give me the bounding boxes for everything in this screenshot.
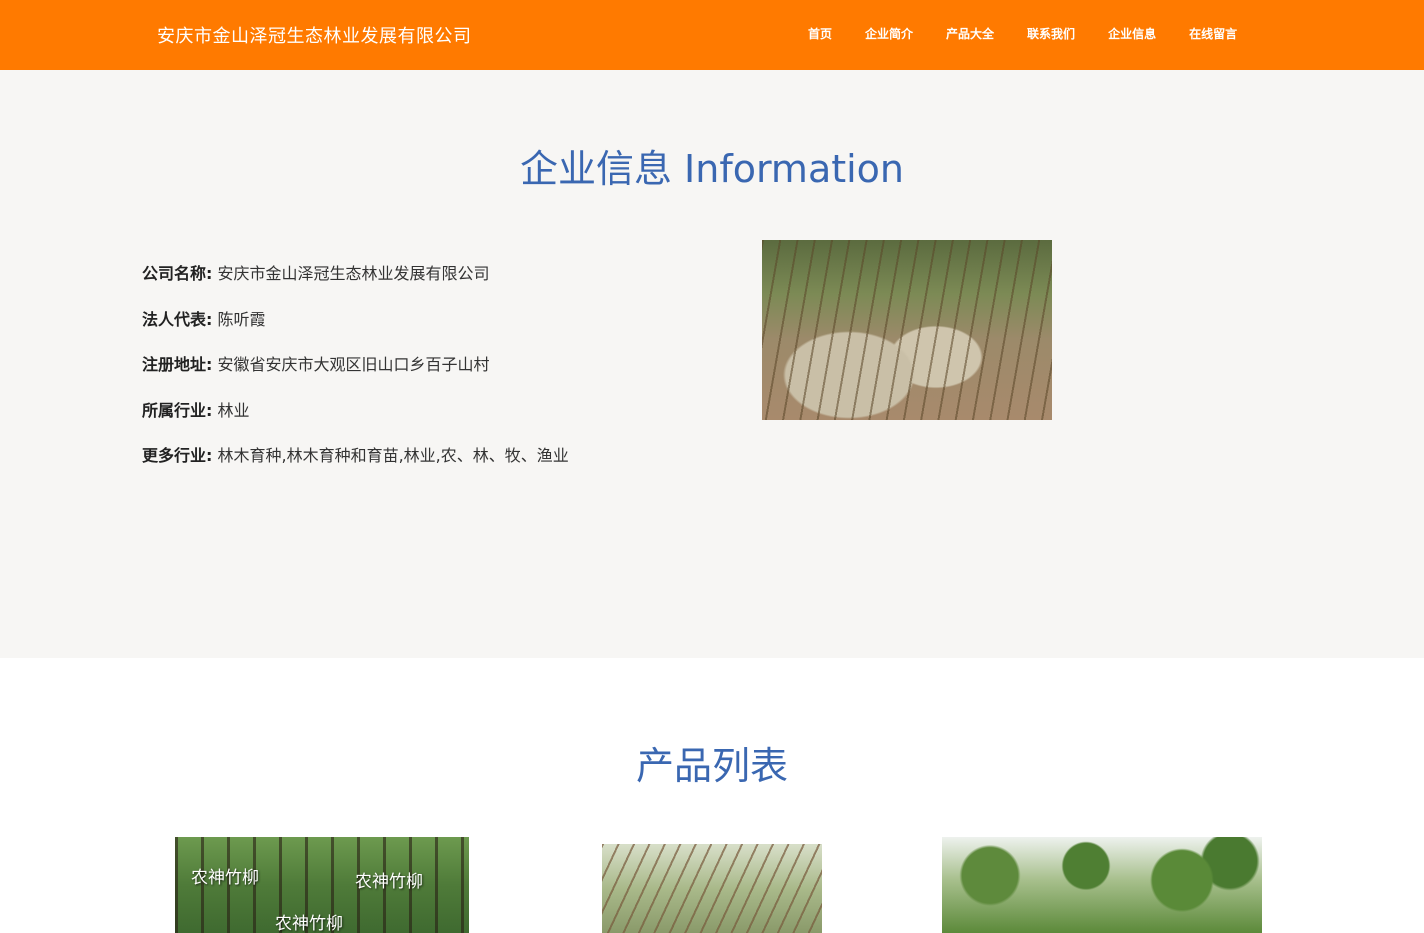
info-section-title: 企业信息 Information [519, 147, 905, 191]
info-row-legal-rep: 法人代表: 陈听霞 [142, 306, 569, 352]
company-info-section: 企业信息 Information 公司名称: 安庆市金山泽冠生态林业发展有限公司… [0, 70, 1424, 658]
nav-home[interactable]: 首页 [808, 25, 832, 42]
info-key: 更多行业: [142, 446, 213, 465]
site-brand[interactable]: 安庆市金山泽冠生态林业发展有限公司 [157, 22, 472, 48]
info-value: 安徽省安庆市大观区旧山口乡百子山村 [217, 355, 490, 374]
nav-company-intro[interactable]: 企业简介 [865, 25, 913, 42]
info-key: 注册地址: [142, 355, 213, 374]
info-key: 公司名称: [142, 264, 213, 283]
info-value: 林业 [217, 400, 250, 420]
info-list: 公司名称: 安庆市金山泽冠生态林业发展有限公司 法人代表: 陈听霞 注册地址: … [142, 260, 569, 488]
product-watermark: 农神竹柳 [275, 914, 343, 933]
product-image-3[interactable] [942, 837, 1262, 933]
info-row-industry: 所属行业: 林业 [142, 397, 569, 443]
info-value: 陈听霞 [217, 309, 266, 329]
nav-products[interactable]: 产品大全 [946, 25, 994, 42]
company-photo-saplings [762, 240, 1052, 420]
info-value: 林木育种,林木育种和育苗,林业,农、林、牧、渔业 [217, 446, 569, 465]
nav-company-info[interactable]: 企业信息 [1108, 25, 1156, 42]
info-value: 安庆市金山泽冠生态林业发展有限公司 [217, 264, 490, 283]
product-watermark: 农神竹柳 [355, 872, 423, 892]
nav-contact[interactable]: 联系我们 [1027, 25, 1075, 42]
info-key: 法人代表: [142, 309, 213, 329]
products-section-title: 产品列表 [635, 744, 788, 788]
info-row-company-name: 公司名称: 安庆市金山泽冠生态林业发展有限公司 [142, 260, 569, 306]
product-image-1[interactable]: 农神竹柳 农神竹柳 农神竹柳 [175, 837, 469, 933]
main-nav: 首页 企业简介 产品大全 联系我们 企业信息 在线留言 [808, 25, 1270, 42]
site-header: 安庆市金山泽冠生态林业发展有限公司 首页 企业简介 产品大全 联系我们 企业信息… [0, 0, 1424, 70]
nav-message[interactable]: 在线留言 [1189, 25, 1237, 42]
info-key: 所属行业: [142, 400, 213, 420]
info-row-more-industries: 更多行业: 林木育种,林木育种和育苗,林业,农、林、牧、渔业 [142, 442, 569, 488]
info-row-address: 注册地址: 安徽省安庆市大观区旧山口乡百子山村 [142, 351, 569, 397]
product-image-2[interactable] [602, 844, 822, 933]
product-watermark: 农神竹柳 [191, 868, 259, 888]
